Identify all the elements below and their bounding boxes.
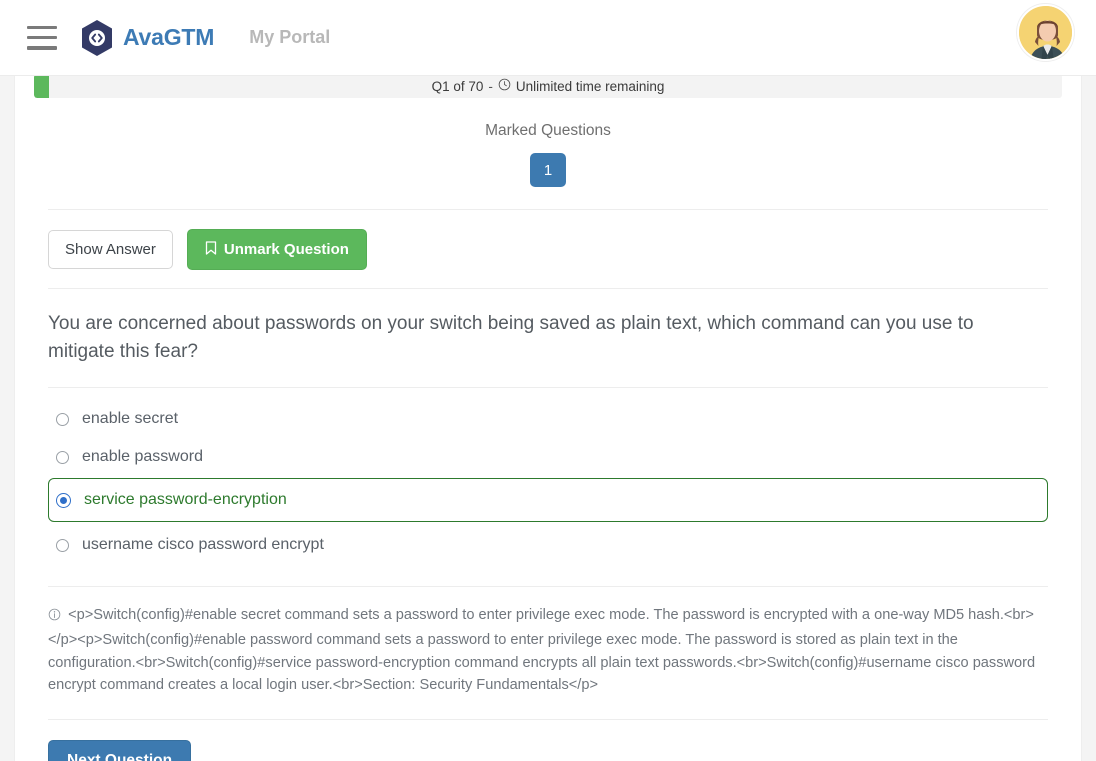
progress-bar: Q1 of 70 - Unlimited time remaining bbox=[34, 74, 1062, 98]
unmark-question-button[interactable]: Unmark Question bbox=[186, 229, 367, 270]
question-counter: Q1 of 70 bbox=[431, 78, 484, 94]
brand-link[interactable]: AvaGTM bbox=[80, 19, 214, 57]
top-navbar: AvaGTM My Portal bbox=[0, 0, 1096, 76]
explanation-text: <p>Switch(config)#enable secret command … bbox=[48, 607, 1036, 694]
explanation-section: <p>Switch(config)#enable secret command … bbox=[15, 587, 1075, 717]
answer-option-label: enable secret bbox=[82, 410, 179, 428]
answer-option-label: username cisco password encrypt bbox=[82, 536, 324, 554]
answer-option-3-selected[interactable]: service password-encryption bbox=[48, 478, 1048, 523]
info-circle-icon bbox=[48, 608, 65, 625]
unmark-question-label: Unmark Question bbox=[223, 241, 349, 258]
answer-options: enable secret enable password service pa… bbox=[15, 388, 1081, 570]
quiz-page: AvaGTM My Portal Q1 of 70 - Unlimited ti… bbox=[0, 0, 1096, 761]
hamburger-bar bbox=[27, 46, 57, 50]
user-avatar-icon bbox=[1019, 6, 1072, 59]
time-remaining-label: Unlimited time remaining bbox=[515, 78, 665, 94]
question-actions: Show Answer Unmark Question bbox=[15, 210, 1081, 288]
answer-option-label: enable password bbox=[82, 448, 203, 466]
hamburger-menu-icon[interactable] bbox=[27, 25, 57, 50]
brand-name: AvaGTM bbox=[123, 24, 215, 50]
marked-question-badge[interactable]: 1 bbox=[530, 153, 566, 187]
radio-button[interactable] bbox=[56, 450, 69, 464]
marked-questions-section: Marked Questions 1 bbox=[15, 122, 1081, 187]
hamburger-bar bbox=[27, 25, 57, 29]
answer-option-1[interactable]: enable secret bbox=[48, 402, 1048, 436]
avatar[interactable] bbox=[1017, 4, 1074, 61]
hamburger-bar bbox=[27, 35, 57, 40]
radio-button[interactable] bbox=[56, 412, 69, 426]
marked-questions-title: Marked Questions bbox=[485, 122, 611, 139]
quiz-card: Q1 of 70 - Unlimited time remaining Mark… bbox=[14, 61, 1082, 761]
answer-option-4[interactable]: username cisco password encrypt bbox=[48, 528, 1048, 562]
next-question-button[interactable]: Next Question bbox=[48, 740, 192, 761]
clock-icon bbox=[498, 78, 511, 94]
radio-button[interactable] bbox=[56, 538, 69, 552]
answer-option-label: service password-encryption bbox=[84, 491, 287, 509]
progress-separator: - bbox=[488, 78, 493, 94]
progress-label: Q1 of 70 - Unlimited time remaining bbox=[34, 74, 1062, 98]
answer-option-2[interactable]: enable password bbox=[48, 440, 1048, 474]
show-answer-button[interactable]: Show Answer bbox=[48, 230, 173, 269]
bookmark-icon bbox=[205, 241, 217, 258]
avagtm-hexagon-logo-icon bbox=[82, 19, 112, 56]
radio-button-selected[interactable] bbox=[56, 492, 71, 508]
question-footer: Next Question bbox=[15, 720, 1081, 761]
question-text: You are concerned about passwords on you… bbox=[48, 313, 974, 362]
nav-link-my-portal[interactable]: My Portal bbox=[249, 27, 330, 48]
